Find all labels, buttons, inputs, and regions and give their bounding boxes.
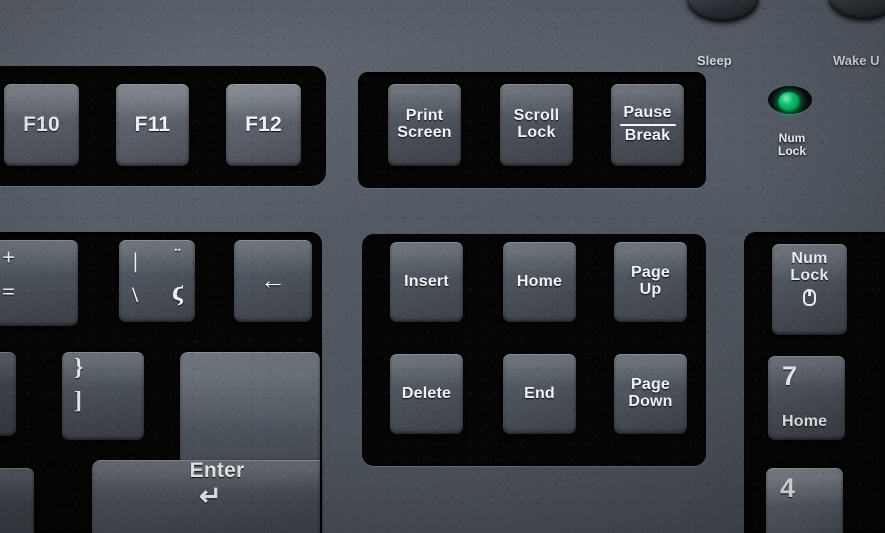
key-scroll-lock-line2: Lock (517, 124, 556, 141)
key-pause-break[interactable]: Pause Break (611, 84, 684, 166)
key-f12-label: F12 (245, 112, 282, 136)
key-numpad-7-digit: 7 (782, 361, 798, 391)
key-scroll-lock-line1: Scroll (513, 107, 560, 125)
key-pipe-backslash[interactable]: | \ ¨ ϛ (119, 240, 195, 322)
key-delete[interactable]: Delete (390, 354, 463, 434)
key-enter[interactable]: Enter ↵ (92, 352, 320, 533)
key-numpad-7-home[interactable]: 7 Home (768, 356, 845, 440)
key-partial-left-lower[interactable] (0, 468, 34, 533)
wake-up-button[interactable] (828, 0, 885, 20)
key-page-down[interactable]: Page Down (614, 354, 687, 434)
key-partial-left-upper[interactable] (0, 352, 16, 436)
enter-arrow-icon: ↵ (199, 481, 222, 512)
key-delete-label: Delete (401, 384, 452, 402)
key-home-label: Home (516, 272, 563, 290)
key-numpad-7-function: Home (782, 413, 828, 431)
key-f11-label: F11 (134, 112, 171, 136)
key-enter-lower-body: Enter ↵ (92, 460, 320, 533)
key-backslash-label: \ (132, 282, 139, 307)
wake-up-label: Wake U (833, 53, 880, 68)
numpad-4-arrow-icon: ← (778, 523, 803, 533)
key-print-screen-line2: Screen (397, 124, 452, 141)
key-insert[interactable]: Insert (390, 242, 463, 322)
key-plus-label: + (2, 245, 16, 270)
key-numpad-4-left[interactable]: 4 ← (766, 468, 843, 533)
key-page-up-line2: Up (639, 281, 662, 298)
key-plus-equals[interactable]: + = (0, 240, 78, 326)
key-page-up-line1: Page (630, 264, 671, 282)
key-equals-label: = (2, 279, 16, 305)
sleep-button[interactable] (687, 0, 759, 22)
key-page-up[interactable]: Page Up (614, 242, 687, 322)
key-pipe-label: | (133, 248, 139, 273)
key-end-label: End (524, 384, 555, 402)
num-lock-indicator-line2: Lock (777, 144, 806, 159)
key-insert-label: Insert (404, 272, 449, 290)
sleep-label: Sleep (697, 53, 732, 68)
key-f11[interactable]: F11 (116, 84, 189, 166)
mouse-icon (803, 288, 816, 306)
key-page-down-line1: Page (630, 376, 671, 394)
key-pause-break-line2: Break (624, 127, 671, 144)
key-numpad-num-lock-line2: Lock (790, 266, 829, 284)
pause-break-divider (619, 124, 676, 126)
key-numpad-num-lock[interactable]: Num Lock (772, 244, 847, 335)
key-cedilla-label: ϛ (171, 276, 184, 307)
key-numpad-num-lock-line1: Num (791, 250, 828, 267)
key-f10-label: F10 (23, 112, 60, 136)
backspace-arrow-icon: ← (259, 265, 287, 296)
key-brace-label: } (74, 355, 84, 381)
key-enter-label: Enter (189, 460, 245, 482)
keyboard-photo: Sleep Wake U Num Lock F10 F11 F12 Print … (0, 0, 885, 533)
key-scroll-lock[interactable]: Scroll Lock (500, 84, 573, 166)
key-end[interactable]: End (503, 354, 576, 434)
key-f10[interactable]: F10 (4, 84, 79, 166)
key-print-screen[interactable]: Print Screen (388, 84, 461, 166)
key-f12[interactable]: F12 (226, 84, 301, 166)
num-lock-indicator-label: Num Lock (770, 131, 814, 159)
key-bracket-label: ] (74, 388, 83, 415)
key-diaeresis-label: ¨ (174, 245, 181, 267)
num-lock-led (778, 92, 800, 112)
key-pause-break-line1: Pause (623, 104, 672, 122)
key-backspace[interactable]: ← (234, 240, 312, 322)
key-numpad-4-digit: 4 (780, 473, 796, 503)
key-print-screen-line1: Print (405, 107, 444, 125)
key-home[interactable]: Home (503, 242, 576, 322)
key-page-down-line2: Down (628, 393, 673, 410)
